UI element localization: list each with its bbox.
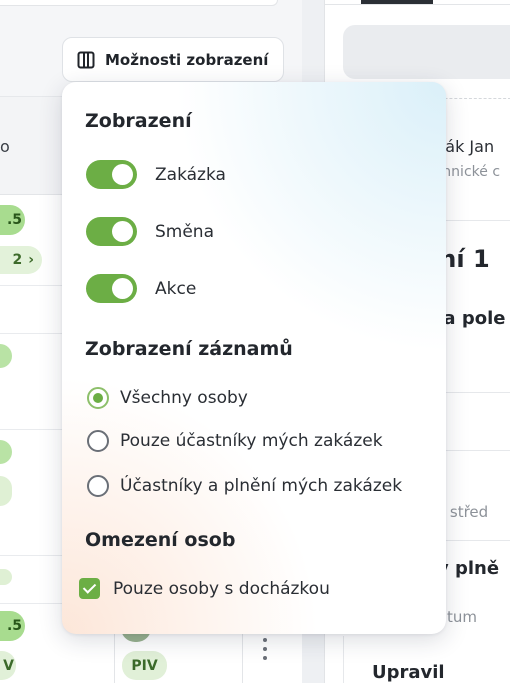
toggle-row-zakazka[interactable]: Zakázka bbox=[86, 160, 226, 189]
chevron-right-icon: › bbox=[28, 252, 34, 268]
shift-badge[interactable]: PIV bbox=[122, 651, 167, 680]
smena-toggle[interactable] bbox=[86, 217, 137, 246]
toggle-label: Akce bbox=[155, 278, 197, 299]
tab-divider bbox=[325, 4, 510, 5]
search-input[interactable] bbox=[343, 25, 510, 79]
shift-badge-label: PIV bbox=[131, 657, 158, 674]
more-options-icon[interactable] bbox=[262, 638, 268, 660]
radio-my-orders-participants[interactable]: Pouze účastníky mých zakázek bbox=[87, 430, 383, 452]
radio-all-persons[interactable]: Všechny osoby bbox=[87, 387, 248, 409]
filter-card bbox=[0, 0, 278, 6]
radio-button[interactable] bbox=[87, 387, 109, 409]
radio-button[interactable] bbox=[87, 430, 109, 452]
radio-label: Účastníky a plnění mých zakázek bbox=[120, 476, 403, 496]
radio-button[interactable] bbox=[87, 475, 109, 497]
toggle-label: Směna bbox=[155, 221, 215, 242]
toggle-row-akce[interactable]: Akce bbox=[86, 274, 196, 303]
display-options-label: Možnosti zobrazení bbox=[105, 50, 269, 69]
hours-badge-value: .5 bbox=[6, 618, 22, 634]
hours-badge-value: .5 bbox=[6, 212, 22, 228]
toggle-knob bbox=[112, 221, 133, 242]
edited-by-label: Upravil bbox=[372, 662, 445, 683]
column-header: o bbox=[0, 137, 10, 156]
expand-badge-value: 2 bbox=[12, 252, 23, 268]
records-section-title: Zobrazení záznamů bbox=[85, 338, 293, 360]
radio-label: Pouze účastníky mých zakázek bbox=[120, 431, 383, 451]
expand-badge[interactable]: 2 › bbox=[0, 246, 42, 274]
radio-label: Všechny osoby bbox=[120, 388, 248, 408]
display-section-title: Zobrazení bbox=[85, 110, 192, 132]
toggle-knob bbox=[112, 278, 133, 299]
zakazka-toggle[interactable] bbox=[86, 160, 137, 189]
display-options-popover: Zobrazení Zakázka Směna Akce Zobrazení z… bbox=[62, 82, 446, 634]
columns-icon bbox=[77, 51, 95, 68]
toggle-label: Zakázka bbox=[155, 164, 226, 185]
date-label: tum bbox=[447, 608, 477, 626]
limit-section-title: Omezení osob bbox=[85, 529, 236, 551]
checkbox-label: Pouze osoby s docházkou bbox=[113, 578, 330, 599]
attendance-checkbox[interactable] bbox=[79, 578, 100, 599]
divider bbox=[343, 636, 344, 683]
toggle-row-smena[interactable]: Směna bbox=[86, 217, 214, 246]
radio-participants-and-fulfillment[interactable]: Účastníky a plnění mých zakázek bbox=[87, 475, 402, 497]
toggle-knob bbox=[112, 164, 133, 185]
shift-badge-label: V bbox=[3, 657, 14, 674]
akce-toggle[interactable] bbox=[86, 274, 137, 303]
attendance-only-option[interactable]: Pouze osoby s docházkou bbox=[79, 578, 330, 599]
display-options-button[interactable]: Možnosti zobrazení bbox=[62, 37, 284, 82]
